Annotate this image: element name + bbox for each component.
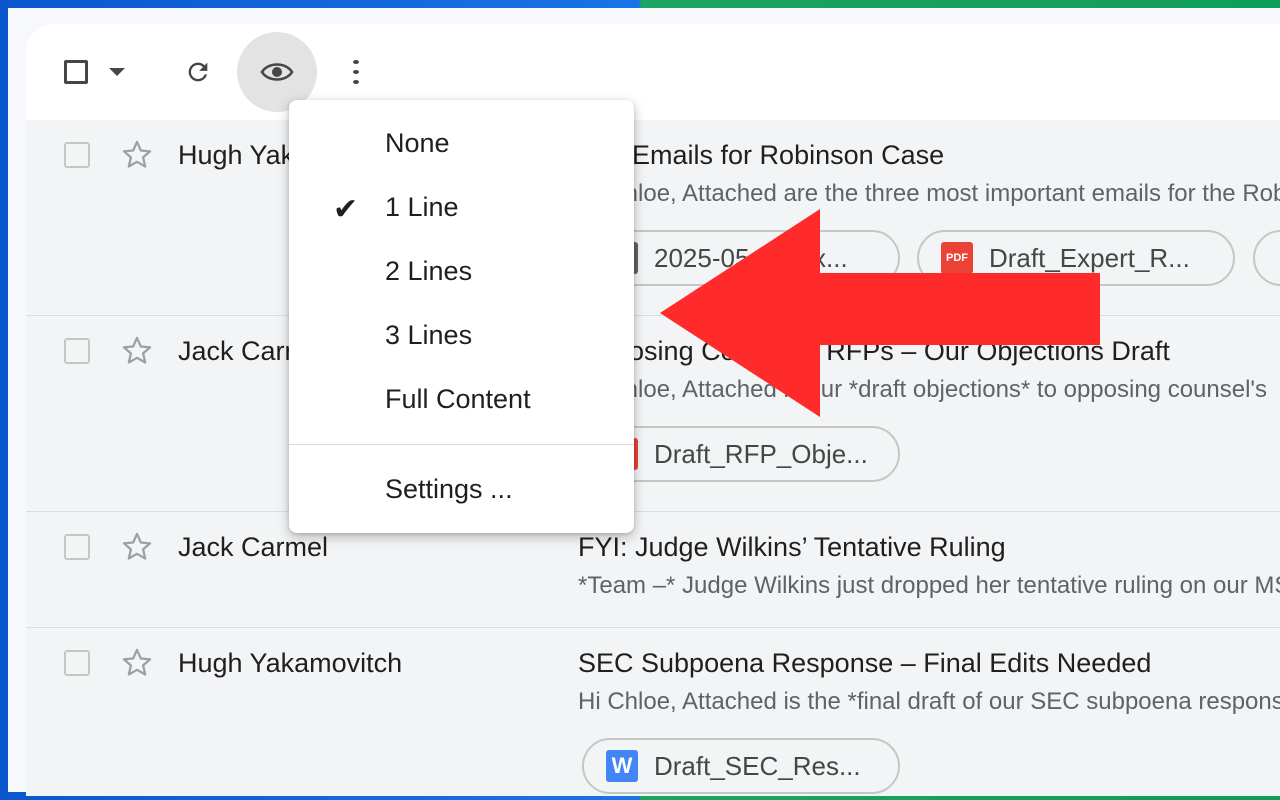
menu-item-3-lines[interactable]: 3 Lines <box>385 320 472 351</box>
attachment-name: 2025-05-09-Ex... <box>654 242 848 273</box>
row-checkbox[interactable] <box>64 650 90 676</box>
word-icon: W <box>606 750 638 782</box>
density-menu: None ✔ 1 Line 2 Lines 3 Lines Full Conte… <box>289 100 634 533</box>
star-icon[interactable] <box>120 530 154 564</box>
eye-icon <box>259 56 295 88</box>
email-row[interactable]: Jack Carmel Opposing Counsel's RFPs – Ou… <box>26 316 1280 512</box>
menu-item-2-lines[interactable]: 2 Lines <box>385 256 472 287</box>
email-snippet: Hi Chloe, Attached is our *draft objecti… <box>578 376 1267 403</box>
email-snippet: Hi Chloe, Attached is the *final draft o… <box>578 688 1280 715</box>
star-icon[interactable] <box>120 334 154 368</box>
email-subject: Opposing Counsel's RFPs – Our Objections… <box>578 336 1170 366</box>
email-snippet: Hi Chloe, Attached are the three most im… <box>578 180 1280 207</box>
star-icon[interactable] <box>120 138 154 172</box>
menu-item-full-content[interactable]: Full Content <box>385 384 531 415</box>
pdf-icon: PDF <box>941 242 973 274</box>
email-subject: SEC Subpoena Response – Final Edits Need… <box>578 648 1152 678</box>
select-dropdown-caret-down-icon[interactable] <box>106 64 128 80</box>
attachment-chip-more[interactable] <box>1253 230 1280 286</box>
refresh-icon[interactable] <box>180 54 216 90</box>
mail-toolbar <box>26 24 1280 120</box>
menu-item-1-line[interactable]: 1 Line <box>385 192 459 223</box>
menu-item-none[interactable]: None <box>385 128 450 159</box>
attachment-name: Draft_SEC_Res... <box>654 750 861 781</box>
attachment-name: Draft_RFP_Obje... <box>654 438 868 469</box>
attachment-name: Draft_Expert_R... <box>989 242 1190 273</box>
mail-list-panel: Hugh Yakamovitch Key Emails for Robinson… <box>26 24 1280 796</box>
email-sender: Jack Carmel <box>178 532 329 562</box>
email-row[interactable]: Hugh Yakamovitch Key Emails for Robinson… <box>26 120 1280 316</box>
email-sender: Hugh Yakamovitch <box>178 648 403 678</box>
email-row[interactable]: Hugh Yakamovitch SEC Subpoena Response –… <box>26 628 1280 796</box>
menu-divider <box>289 444 634 445</box>
menu-item-settings[interactable]: Settings ... <box>385 474 513 505</box>
star-icon[interactable] <box>120 646 154 680</box>
email-subject: FYI: Judge Wilkins’ Tentative Ruling <box>578 532 1006 562</box>
more-vert-icon[interactable] <box>348 57 364 87</box>
row-checkbox[interactable] <box>64 534 90 560</box>
check-icon: ✔ <box>333 193 359 226</box>
email-row[interactable]: Jack Carmel FYI: Judge Wilkins’ Tentativ… <box>26 512 1280 628</box>
attachment-chip[interactable]: W Draft_SEC_Res... <box>582 738 900 794</box>
row-checkbox[interactable] <box>64 142 90 168</box>
row-checkbox[interactable] <box>64 338 90 364</box>
attachment-chip[interactable]: PDF Draft_Expert_R... <box>917 230 1235 286</box>
email-snippet: *Team –* Judge Wilkins just dropped her … <box>578 572 1280 599</box>
select-all-checkbox-icon[interactable] <box>64 60 88 84</box>
